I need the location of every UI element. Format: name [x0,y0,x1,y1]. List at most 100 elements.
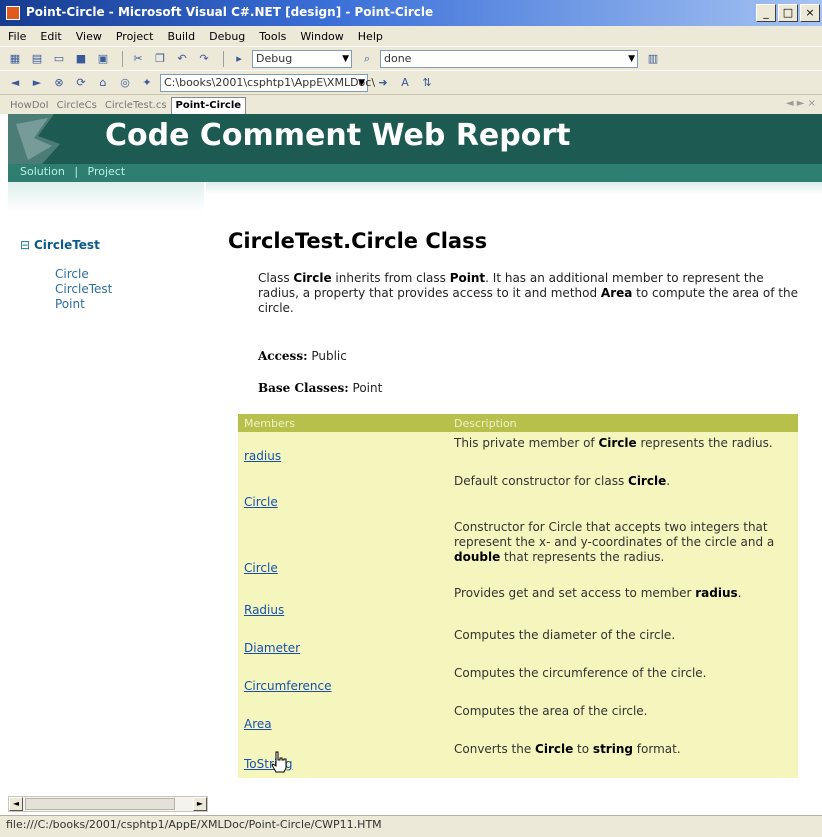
class-title: CircleTest.Circle Class [228,229,488,253]
minimize-button[interactable]: _ [756,4,776,22]
member-name-cell: radius [238,432,448,470]
tree-item-circletest[interactable]: CircleTest [55,282,112,296]
member-description: This private member of Circle represents… [448,432,798,470]
menu-debug[interactable]: Debug [209,30,245,43]
table-row: Circle Default constructor for class Circ… [238,470,798,516]
go-icon[interactable]: ➜ [374,75,392,91]
find-combo[interactable]: done ▼ [380,49,638,68]
horizontal-scrollbar[interactable]: ◄ ► [8,796,208,812]
member-link[interactable]: Area [244,717,272,731]
nav-project-link[interactable]: Project [88,165,126,178]
tab-point-circle[interactable]: Point-Circle [170,97,247,114]
save-all-icon[interactable]: ▣ [94,51,112,67]
tab-circlecs[interactable]: CircleCs [53,98,101,114]
stop-icon[interactable]: ⊗ [50,75,68,91]
member-name-cell: Diameter [238,624,448,662]
table-row: Area Computes the area of the circle. [238,700,798,738]
window-title: Point-Circle - Microsoft Visual C#.NET [… [26,5,434,19]
table-header-row: Members Description [238,414,798,432]
font-size-icon[interactable]: A [396,75,414,91]
configuration-combo[interactable]: Debug ▼ [252,49,352,68]
redo-icon[interactable]: ↷ [195,51,213,67]
menu-view[interactable]: View [76,30,102,43]
tree-item-circle[interactable]: Circle [55,267,89,281]
member-description: Provides get and set access to member ra… [448,582,798,624]
member-name-cell: Circumference [238,662,448,700]
tab-howdoi[interactable]: HowDoI [6,98,53,114]
address-combo-value: C:\books\2001\csphtp1\AppE\XMLDoc\ [164,75,376,89]
member-link[interactable]: radius [244,449,281,463]
toolbar-separator [122,50,123,67]
toolbar-separator [223,50,224,67]
member-description: Computes the circumference of the circle… [448,662,798,700]
save-icon[interactable]: ■ [72,51,90,67]
table-row: ToString Converts the Circle to string fo… [238,738,798,778]
member-link[interactable]: Circle [244,495,278,509]
chevron-down-icon[interactable]: ▼ [358,75,365,91]
member-link[interactable]: Diameter [244,641,300,655]
tree-root-label: CircleTest [34,238,100,252]
member-description: Converts the Circle to string format. [448,738,798,778]
table-row: radius This private member of Circle repr… [238,432,798,470]
favorites-icon[interactable]: ✦ [138,75,156,91]
cut-icon[interactable]: ✂ [129,51,147,67]
start-icon[interactable]: ▸ [230,51,248,67]
member-link[interactable]: Circumference [244,679,332,693]
close-tab-icon[interactable]: ◄ ► × [786,98,816,109]
new-project-icon[interactable]: ▦ [6,51,24,67]
web-toolbar: ◄ ► ⊗ ⟳ ⌂ ◎ ✦ C:\books\2001\csphtp1\AppE… [0,70,822,94]
menu-window[interactable]: Window [300,30,343,43]
table-row: Circumference Computes the circumference … [238,662,798,700]
copy-icon[interactable]: ❐ [151,51,169,67]
undo-icon[interactable]: ↶ [173,51,191,67]
open-file-icon[interactable]: ▭ [50,51,68,67]
member-description: Computes the diameter of the circle. [448,624,798,662]
address-combo[interactable]: C:\books\2001\csphtp1\AppE\XMLDoc\ ▼ [160,73,375,92]
nav-separator: | [74,165,79,178]
close-button[interactable]: × [800,4,820,22]
tab-circletest[interactable]: CircleTest.cs [101,98,171,114]
base-classes-property: Base Classes: Point [258,381,383,395]
menu-build[interactable]: Build [167,30,195,43]
refresh-icon[interactable]: ⟳ [72,75,90,91]
table-row: Diameter Computes the diameter of the cir… [238,624,798,662]
menu-file[interactable]: File [8,30,26,43]
sync-contents-icon[interactable]: ⇅ [418,75,436,91]
chevron-down-icon[interactable]: ▼ [342,51,349,67]
tree-item-point[interactable]: Point [55,297,85,311]
menu-bar: File Edit View Project Build Debug Tools… [0,26,822,46]
app-icon[interactable] [6,6,20,20]
maximize-button[interactable]: □ [778,4,798,22]
content-header-shade [206,182,822,194]
menu-project[interactable]: Project [116,30,154,43]
class-description: Class Circle inherits from class Point. … [258,271,798,315]
scroll-right-icon[interactable]: ► [193,797,207,811]
find-icon[interactable]: ⌕ [358,51,376,67]
scroll-left-icon[interactable]: ◄ [9,797,23,811]
menu-tools[interactable]: Tools [259,30,286,43]
scrollbar-thumb[interactable] [25,798,175,810]
forward-icon[interactable]: ► [28,75,46,91]
collapse-icon[interactable]: ⊟ [20,238,30,252]
back-icon[interactable]: ◄ [6,75,24,91]
document-tab-strip: HowDoI CircleCs CircleTest.cs Point-Circ… [0,94,822,114]
access-property: Access: Public [258,349,347,363]
menu-edit[interactable]: Edit [40,30,61,43]
table-row: Circle Constructor for Circle that accept… [238,516,798,582]
tree-root-item[interactable]: ⊟ CircleTest [20,238,100,252]
member-description: Computes the area of the circle. [448,700,798,738]
member-link[interactable]: Circle [244,561,278,575]
configuration-combo-value: Debug [256,51,293,65]
home-icon[interactable]: ⌂ [94,75,112,91]
add-item-icon[interactable]: ▤ [28,51,46,67]
window-controls: _ □ × [756,4,820,22]
member-name-cell: Circle [238,516,448,582]
member-link[interactable]: Radius [244,603,284,617]
menu-help[interactable]: Help [358,30,383,43]
chevron-down-icon[interactable]: ▼ [628,51,635,67]
nav-solution-link[interactable]: Solution [20,165,65,178]
search-web-icon[interactable]: ◎ [116,75,134,91]
report-nav: Solution | Project [20,165,131,178]
description-column-header: Description [448,414,798,432]
solution-explorer-icon[interactable]: ▥ [644,51,662,67]
